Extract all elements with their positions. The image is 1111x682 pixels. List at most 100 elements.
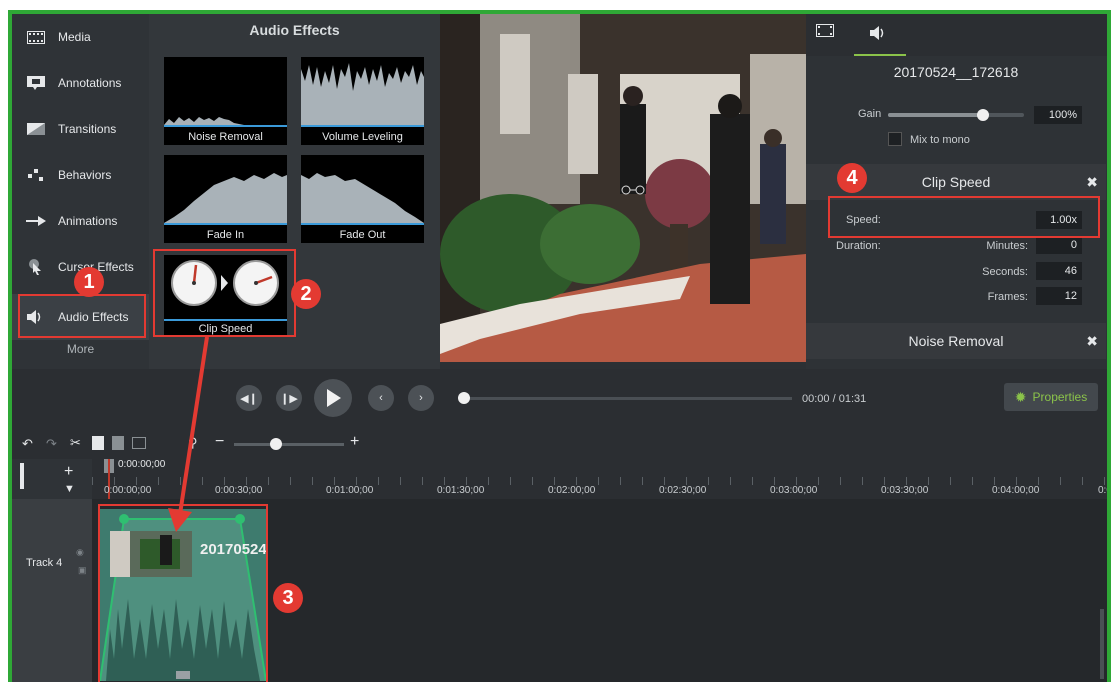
sidebar-item-media[interactable]: Media [12, 14, 149, 60]
scrub-handle[interactable] [458, 392, 470, 404]
track-label: Track 4 [26, 557, 63, 569]
film-icon [26, 30, 46, 44]
pointer-arrow [168, 336, 209, 532]
sidebar-item-label: Animations [58, 214, 118, 228]
copy-icon[interactable] [92, 436, 104, 450]
close-icon[interactable]: ✖ [1086, 333, 1098, 350]
time-separator: / [832, 393, 836, 405]
effect-label: Volume Leveling [322, 131, 403, 143]
callout-1: 1 [74, 267, 104, 297]
zoom-slider[interactable] [234, 443, 344, 446]
lock-icon[interactable]: ▣ [78, 565, 87, 576]
mix-to-mono-label: Mix to mono [910, 134, 970, 146]
close-icon[interactable]: ✖ [1086, 174, 1098, 191]
film-icon [816, 24, 834, 37]
minutes-value[interactable]: 0 [1036, 236, 1082, 254]
effect-fade-out[interactable]: Fade Out [301, 155, 424, 243]
properties-button[interactable]: ✹ Properties [1004, 383, 1098, 411]
timeline-ruler[interactable]: 0:00:00;00 0:00:00;00 0:00:30;00 0:01:00… [92, 459, 1111, 499]
callout-4: 4 [837, 163, 867, 193]
ruler-tick-label: 0:01:30;00 [437, 485, 485, 496]
zoom-slider-handle[interactable] [270, 438, 282, 450]
gain-slider-handle[interactable] [977, 109, 990, 121]
scrub-bar[interactable] [464, 397, 792, 400]
panel-title: Audio Effects [249, 22, 340, 38]
play-button[interactable] [314, 379, 352, 417]
more-button[interactable]: More [12, 342, 149, 356]
sidebar-item-animations[interactable]: Animations [12, 198, 149, 244]
ruler-tick-label: 0:00:00;00 [104, 485, 152, 496]
playhead-time: 0:00:00;00 [118, 459, 166, 470]
ruler-tick-label: 0:0 [1098, 485, 1111, 496]
animation-arrow-icon [26, 214, 46, 228]
time-display: 00:00 / 01:31 [802, 393, 866, 405]
mix-to-mono-checkbox[interactable] [888, 132, 902, 146]
ruler-tick-label: 0:03:30;00 [881, 485, 929, 496]
add-track-button[interactable]: + [64, 463, 73, 481]
tab-visual-properties[interactable] [816, 24, 840, 46]
eye-icon[interactable]: ◉ [76, 547, 84, 558]
ruler-ticks [92, 477, 1107, 485]
cursor-icon [26, 259, 46, 275]
ruler-tick-label: 0:04:00;00 [992, 485, 1040, 496]
gear-icon: ✹ [1014, 388, 1027, 405]
speaker-icon [870, 26, 884, 40]
minutes-label: Minutes: [986, 240, 1028, 252]
highlight-box-clip-speed [153, 249, 296, 337]
frames-label: Frames: [987, 291, 1028, 303]
properties-scrollbar[interactable] [1107, 94, 1111, 364]
highlight-box-speed [828, 196, 1100, 238]
step-back-icon: ◀❙ [240, 392, 258, 405]
sidebar-item-annotations[interactable]: Annotations [12, 60, 149, 106]
properties-tabbar [806, 14, 1107, 56]
canvas-preview[interactable] [440, 14, 806, 362]
behaviors-icon [26, 168, 46, 182]
transition-icon [26, 122, 46, 136]
sidebar-item-label: Media [58, 30, 91, 44]
effect-noise-removal[interactable]: Noise Removal [164, 57, 287, 145]
previous-frame-button[interactable]: ◀❙ [236, 385, 262, 411]
sidebar-item-transitions[interactable]: Transitions [12, 106, 149, 152]
redo-icon[interactable]: ↷ [46, 436, 57, 452]
zoom-in-button[interactable]: + [350, 433, 359, 451]
clip-name: 20170524__172618 [893, 64, 1019, 80]
next-marker-button[interactable]: › [408, 385, 434, 411]
chevron-right-icon: › [419, 392, 423, 404]
effect-volume-leveling[interactable]: Volume Leveling [301, 57, 424, 145]
sidebar-item-behaviors[interactable]: Behaviors [12, 152, 149, 198]
sidebar-item-label: Behaviors [58, 168, 112, 182]
cut-icon[interactable]: ✂ [70, 435, 81, 451]
seconds-label: Seconds: [982, 266, 1028, 278]
ruler-tick-label: 0:01:00;00 [326, 485, 374, 496]
frames-value[interactable]: 12 [1036, 287, 1082, 305]
highlight-box-audio-effects [18, 294, 146, 338]
sidebar-item-label: Transitions [58, 122, 117, 136]
ruler-tick-label: 0:03:00;00 [770, 485, 818, 496]
effect-label: Fade Out [339, 229, 386, 241]
undo-icon[interactable]: ↶ [22, 436, 33, 452]
section-title: Noise Removal [908, 333, 1004, 349]
track-header[interactable]: Track 4 ◉ ▣ [12, 499, 92, 682]
gain-value[interactable]: 100% [1034, 106, 1082, 124]
timeline-scrollbar[interactable] [1100, 609, 1104, 679]
track-height-slider[interactable] [20, 463, 24, 489]
split-icon[interactable] [132, 437, 146, 449]
next-frame-button[interactable]: ❙▶ [276, 385, 302, 411]
effect-label: Fade In [206, 229, 245, 241]
effect-fade-in[interactable]: Fade In [164, 155, 287, 243]
previous-marker-button[interactable]: ‹ [368, 385, 394, 411]
properties-button-label: Properties [1032, 390, 1088, 404]
video-frame-image [440, 14, 806, 362]
annotation-icon [26, 76, 46, 90]
noise-removal-header: Noise Removal ✖ [806, 323, 1106, 359]
ruler-tick-label: 0:00:30;00 [215, 485, 263, 496]
paste-icon[interactable] [112, 436, 124, 450]
duration-label: Duration: [836, 240, 881, 252]
step-forward-icon: ❙▶ [280, 392, 298, 405]
callout-3: 3 [273, 583, 303, 613]
callout-2: 2 [291, 279, 321, 309]
tab-audio-properties[interactable] [854, 18, 906, 56]
gain-slider[interactable] [888, 109, 1024, 121]
seconds-value[interactable]: 46 [1036, 262, 1082, 280]
chevron-down-icon[interactable]: ▼ [64, 483, 75, 495]
